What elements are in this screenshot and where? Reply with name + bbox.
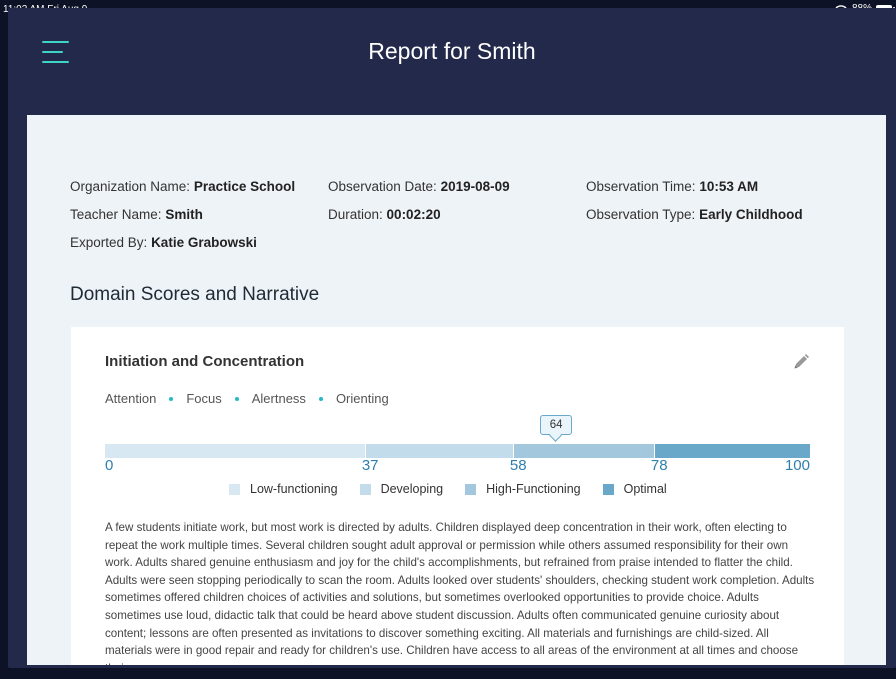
separator-dot [234,396,239,401]
legend-item-developing: Developing [359,482,444,496]
legend-swatch [602,483,614,495]
page-title: Report for Smith [368,38,536,64]
legend-label: Low-functioning [250,482,338,496]
scale-segment-developing [365,444,513,458]
app-header: Report for Smith [8,20,896,90]
tag-attention: Attention [105,391,157,406]
observation-date: Observation Date: 2019-08-09 [328,179,510,194]
legend-label: High-Functioning [486,482,581,496]
legend-swatch [229,483,240,495]
scale-tick-100: 100 [784,457,810,474]
legend-swatch [465,483,477,495]
organization-name: Organization Name: Practice School [70,179,296,194]
score-scale [105,444,810,458]
tag-alertness: Alertness [251,391,306,406]
separator-dot [318,396,323,401]
observation-time: Observation Time: 10:53 AM [586,179,759,194]
scale-segment-optimal [654,444,810,458]
separator-dot [169,396,174,401]
domain-narrative: A few students initiate work, but most w… [105,521,815,665]
teacher-name: Teacher Name: Smith [70,207,203,222]
domain-title: Initiation and Concentration [105,353,305,370]
domain-card: Initiation and Concentration Attention F… [71,327,844,665]
scale-tick-0: 0 [105,457,114,474]
scale-segment-low [105,444,365,458]
edit-pencil-icon[interactable] [792,353,810,371]
section-title: Domain Scores and Narrative [70,284,320,305]
domain-tags: Attention Focus Alertness Orienting [105,391,389,406]
observation-duration: Duration: 00:02:20 [328,207,441,222]
scale-segment-high [513,444,654,458]
legend-item-high: High-Functioning [465,482,581,496]
scale-tick-37: 37 [361,457,379,474]
observation-type: Observation Type: Early Childhood [586,207,803,222]
legend-item-low: Low-functioning [229,482,338,496]
report-content[interactable]: Organization Name: Practice School Teach… [27,115,886,665]
legend-label: Developing [380,482,444,496]
scale-tick-58: 58 [509,457,527,474]
legend-item-optimal: Optimal [602,482,667,496]
legend-swatch [359,483,371,495]
legend-label: Optimal [623,482,667,496]
scale-legend: Low-functioning Developing High-Function… [229,482,689,496]
scale-tick-78: 78 [650,457,668,474]
score-bubble: 64 [540,415,573,435]
exported-by: Exported By: Katie Grabowski [70,235,257,250]
tag-orienting: Orienting [335,391,389,406]
tag-focus: Focus [186,391,222,406]
